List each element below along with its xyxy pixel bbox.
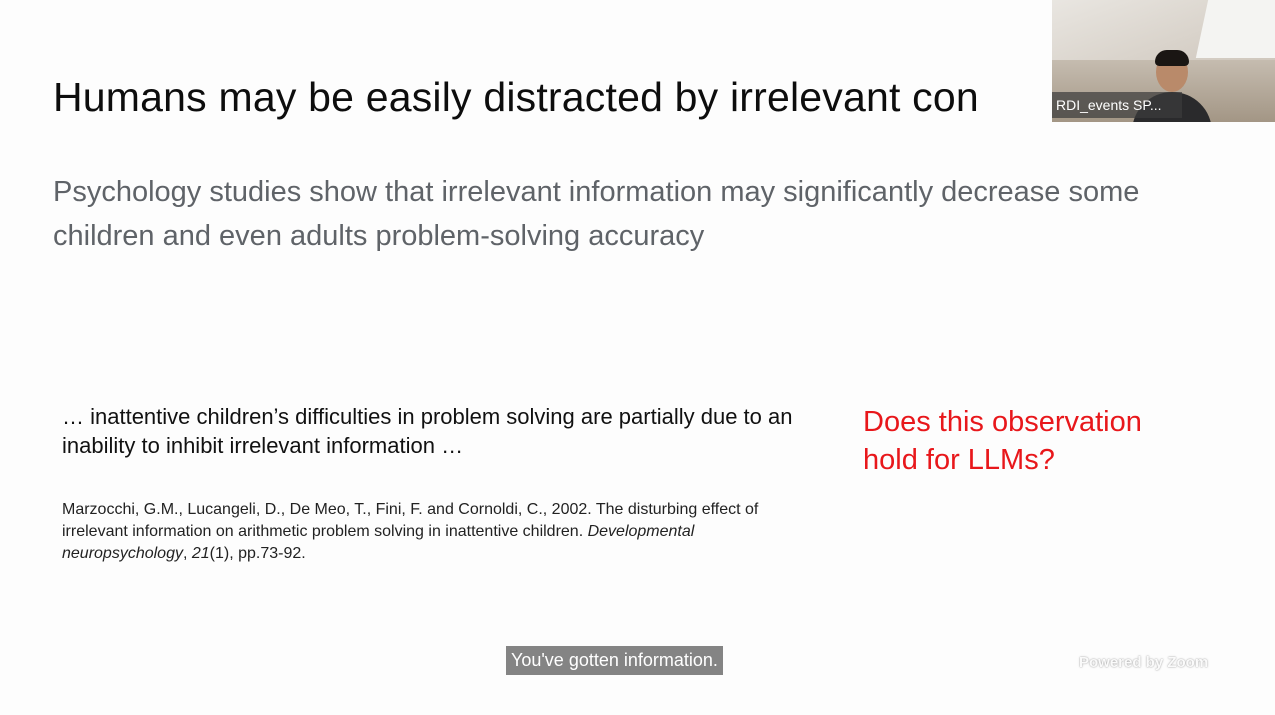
speaker-hair — [1155, 50, 1189, 66]
slide-quote: … inattentive children’s difficulties in… — [62, 404, 793, 458]
citation-separator: , — [182, 545, 192, 562]
live-caption: You've gotten information. — [506, 646, 723, 675]
participant-video-tile[interactable]: RDI_events SP... — [1052, 0, 1275, 122]
slide-subtitle: Psychology studies show that irrelevant … — [53, 176, 1140, 252]
slide-title: Humans may be easily distracted by irrel… — [53, 74, 979, 120]
zoom-watermark: Powered by Zoom — [1079, 654, 1209, 671]
slide-question: Does this observation hold for LLMs? — [863, 406, 1142, 476]
participant-name-tag: RDI_events SP... — [1052, 92, 1182, 118]
citation-volume: 21 — [191, 545, 210, 562]
citation-pages: (1), pp.73-92. — [209, 545, 306, 562]
slide-citation: Marzocchi, G.M., Lucangeli, D., De Meo, … — [62, 499, 792, 565]
projector-screen — [1195, 0, 1275, 58]
